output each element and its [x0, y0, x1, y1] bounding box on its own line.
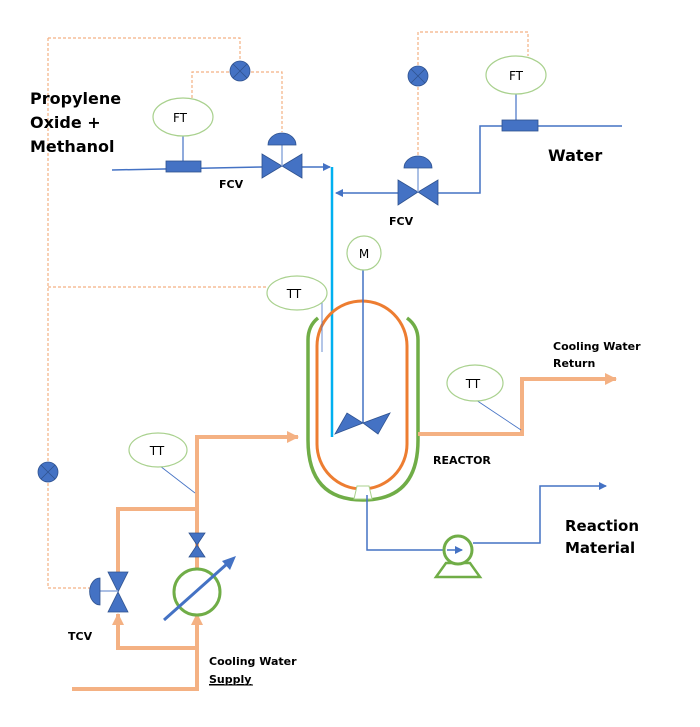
product-label: Material — [565, 539, 635, 557]
cooling-water-supply-line — [72, 431, 299, 691]
pid-diagram: M FT FT TT TT TT Propylene Oxide + Metha… — [30, 31, 641, 691]
tcv-label: TCV — [68, 630, 93, 643]
feed1-label: Methanol — [30, 137, 114, 156]
controller-1 — [229, 60, 251, 82]
fcv2-valve — [397, 155, 439, 206]
heat-exchanger — [163, 556, 236, 622]
cw-return-label: Cooling Water — [553, 340, 641, 353]
svg-text:FT: FT — [509, 69, 524, 83]
fcv1-valve — [261, 132, 303, 179]
svg-text:TT: TT — [465, 377, 481, 391]
svg-text:M: M — [359, 247, 369, 261]
agitator — [334, 270, 391, 435]
svg-text:FT: FT — [173, 111, 188, 125]
water-label: Water — [548, 146, 602, 165]
fcv2-label: FCV — [389, 215, 414, 228]
fcv1-label: FCV — [219, 178, 244, 191]
tcv-valve — [89, 571, 129, 613]
feed1-label: Oxide + — [30, 113, 101, 132]
cw-supply-label: Cooling Water — [209, 655, 297, 668]
flow-element-1 — [165, 160, 202, 173]
tt3-bubble: TT — [446, 364, 504, 402]
feed1-label: Propylene — [30, 89, 121, 108]
controller-2 — [407, 65, 429, 87]
controller-3 — [37, 461, 59, 483]
cw-return-label: Return — [553, 357, 595, 370]
motor: M — [346, 235, 382, 271]
flow-element-2 — [501, 119, 539, 132]
ft2-bubble: FT — [485, 55, 547, 95]
hand-valve — [188, 532, 206, 558]
feed1-line — [111, 132, 331, 179]
tt1-bubble: TT — [266, 275, 328, 311]
signal-lines — [47, 31, 529, 589]
product-label: Reaction — [565, 517, 639, 535]
tt2-bubble: TT — [128, 432, 188, 468]
svg-text:TT: TT — [286, 287, 302, 301]
reactor-label: REACTOR — [433, 454, 491, 467]
svg-text:TT: TT — [149, 444, 165, 458]
ft1-bubble: FT — [152, 97, 214, 137]
pump — [433, 534, 483, 579]
cw-supply-label: Supply — [209, 673, 251, 686]
